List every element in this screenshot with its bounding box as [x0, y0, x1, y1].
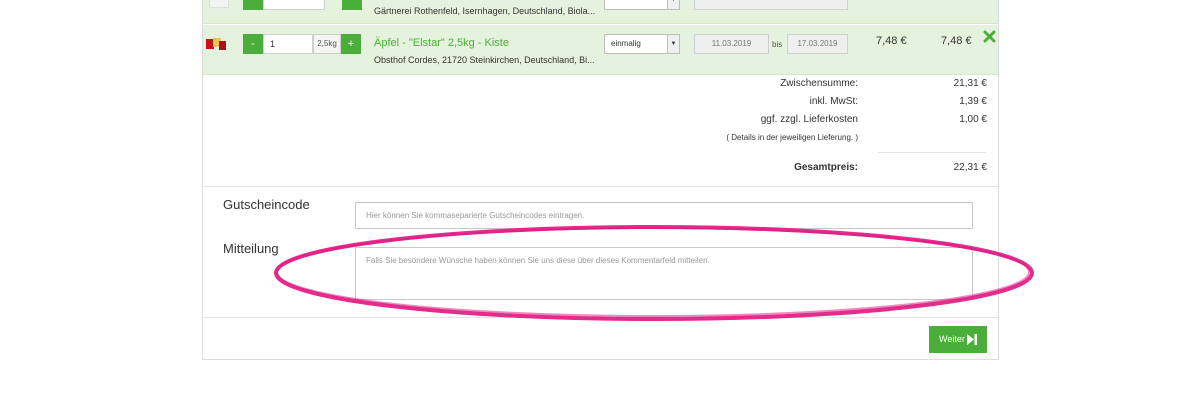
date-range-field[interactable] — [694, 0, 848, 10]
grand-total-label: Gesamtpreis: — [794, 162, 858, 173]
cart-row: Gärtnerei Rothenfeld, Isernhagen, Deutsc… — [203, 0, 998, 24]
product-vendor: Gärtnerei Rothenfeld, Isernhagen, Deutsc… — [374, 6, 596, 16]
vat-value: 1,39 € — [959, 96, 987, 107]
date-to-field[interactable]: 17.03.2019 — [787, 34, 848, 54]
next-button-label: Weiter — [939, 334, 965, 344]
quantity-minus-button[interactable]: - — [243, 34, 263, 54]
chevron-down-icon: ▼ — [667, 35, 679, 53]
unit-price: 7,48 € — [876, 35, 907, 47]
product-thumbnail — [209, 0, 229, 8]
quantity-minus-button[interactable] — [243, 0, 263, 10]
delivery-label: ggf. zzgl. Lieferkosten — [760, 114, 858, 125]
quantity-unit: 2,5kg — [313, 34, 341, 54]
section-divider — [203, 186, 998, 187]
next-button[interactable]: Weiter — [929, 326, 987, 353]
skip-forward-icon — [967, 334, 977, 345]
remove-item-icon[interactable] — [983, 30, 996, 43]
product-name-link[interactable]: Äpfel - "Elstar" 2,5kg - Kiste — [374, 37, 509, 49]
chevron-down-icon: ▼ — [667, 0, 679, 9]
frequency-select[interactable]: ▼ — [604, 0, 680, 10]
quantity-plus-button[interactable] — [342, 0, 362, 10]
section-divider — [203, 317, 998, 318]
delivery-note: ( Details in der jeweiligen Lieferung. ) — [726, 133, 858, 142]
frequency-value: einmalig — [611, 39, 641, 48]
frequency-select[interactable]: einmalig ▼ — [604, 34, 680, 54]
voucher-input[interactable]: Hier können Sie kommaseparierte Gutschei… — [355, 202, 973, 229]
grand-total-value: 22,31 € — [953, 162, 987, 173]
product-thumbnail — [206, 38, 226, 50]
cart-page: Gärtnerei Rothenfeld, Isernhagen, Deutsc… — [0, 0, 1200, 400]
subtotal-value: 21,31 € — [953, 78, 987, 89]
totals-divider — [878, 152, 986, 153]
date-from-field[interactable]: 11.03.2019 — [694, 34, 769, 54]
delivery-value: 1,00 € — [959, 114, 987, 125]
quantity-input[interactable] — [263, 0, 325, 10]
quantity-input[interactable]: 1 — [263, 34, 313, 54]
quantity-plus-button[interactable]: + — [341, 34, 361, 54]
message-label: Mitteilung — [223, 241, 279, 256]
message-textarea[interactable]: Falls Sie besondere Wünsche haben können… — [355, 247, 973, 300]
voucher-label: Gutscheincode — [223, 197, 310, 212]
subtotal-label: Zwischensumme: — [780, 78, 858, 89]
total-price: 7,48 € — [941, 35, 972, 47]
product-vendor: Obsthof Cordes, 21720 Steinkirchen, Deut… — [374, 55, 595, 65]
cart-row: - 1 2,5kg + Äpfel - "Elstar" 2,5kg - Kis… — [203, 25, 998, 75]
vat-label: inkl. MwSt: — [809, 96, 858, 107]
date-separator: bis — [772, 40, 783, 49]
